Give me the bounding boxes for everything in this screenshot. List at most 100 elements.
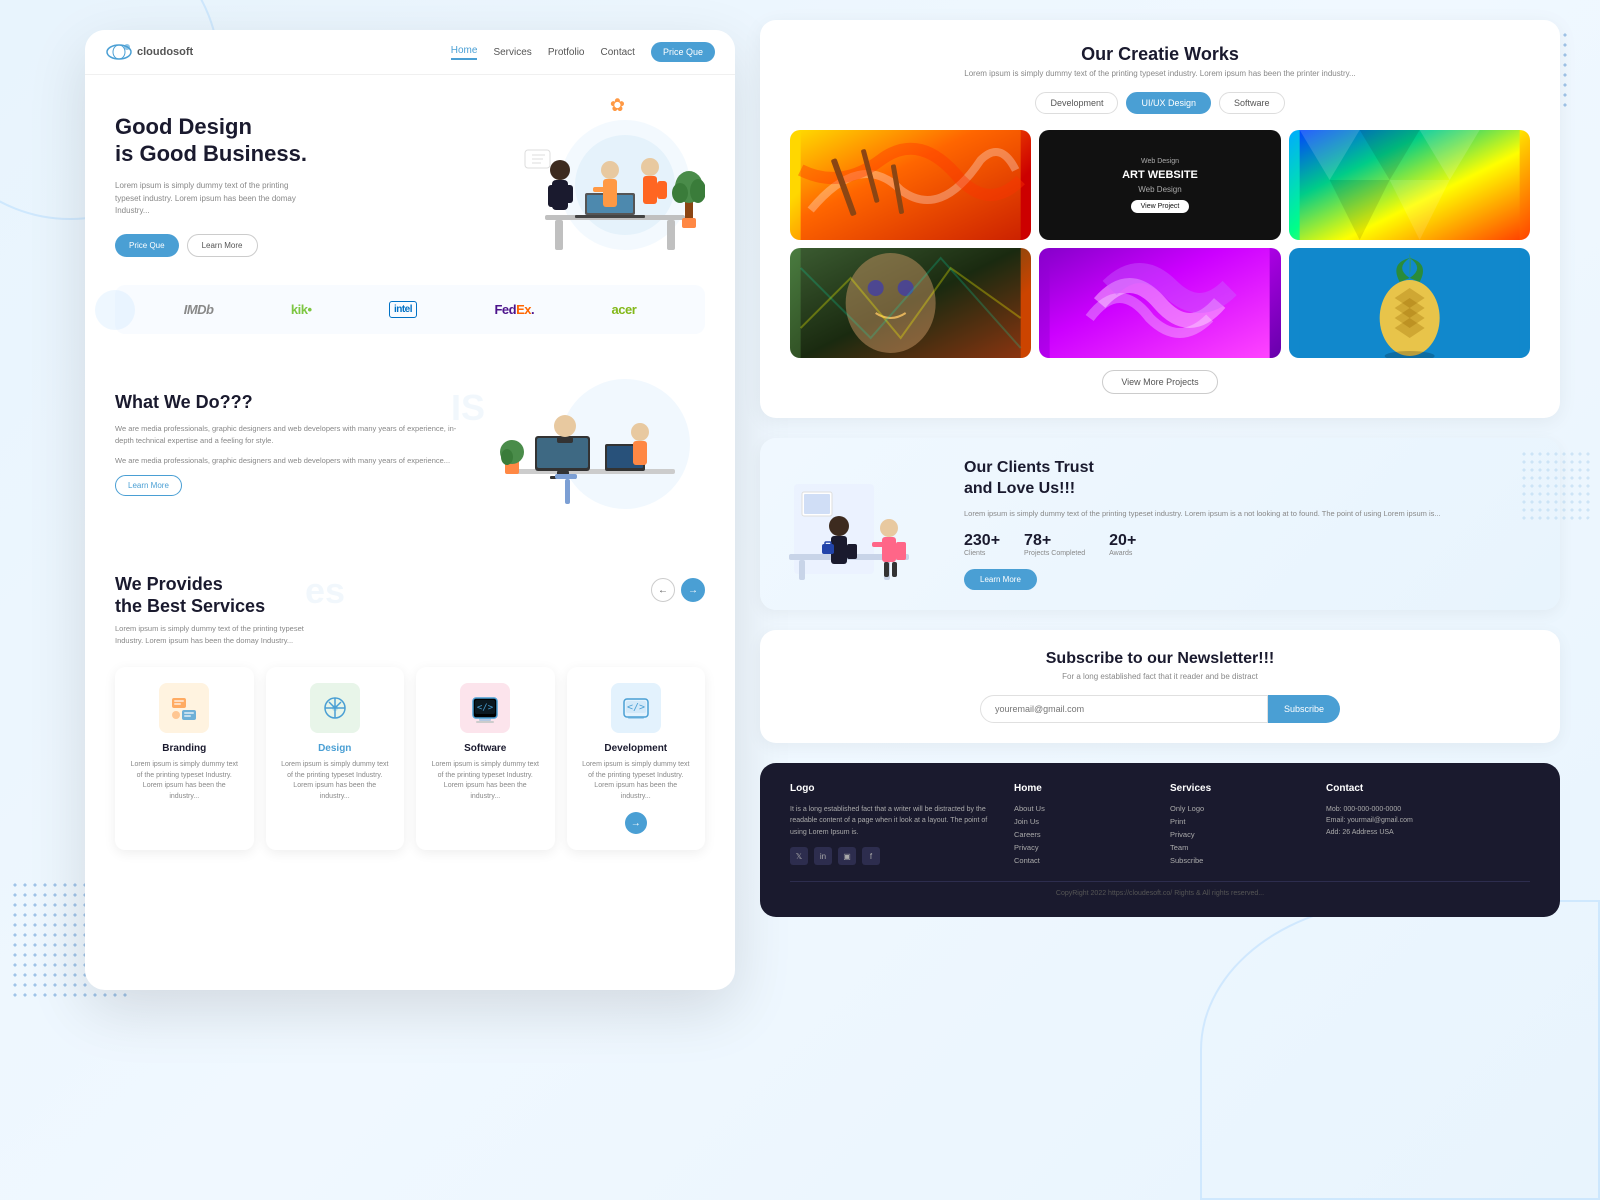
navbar: cloudosoft Home Services Protfolio Conta…: [85, 30, 735, 75]
prev-arrow-button[interactable]: ←: [651, 578, 675, 602]
service-card-software: </> Software Lorem ipsum is simply dummy…: [416, 667, 555, 850]
services-section: We Provides the Best Services es Lorem i…: [85, 554, 735, 870]
gallery-item-art-website[interactable]: Web Design ART WEBSITE Web Design View P…: [1039, 130, 1280, 240]
footer-twitter-icon[interactable]: 𝕏: [790, 847, 808, 865]
development-arrow[interactable]: →: [625, 812, 647, 834]
nav-link-services[interactable]: Services: [493, 47, 531, 58]
gallery-art-website-title: ART WEBSITE: [1122, 169, 1198, 181]
gallery-grid: Web Design ART WEBSITE Web Design View P…: [790, 130, 1530, 358]
footer-facebook-icon[interactable]: f: [862, 847, 880, 865]
gallery-item-1[interactable]: [790, 130, 1031, 240]
logo-area: cloudosoft: [105, 42, 193, 62]
footer-services-link-2[interactable]: Print: [1170, 817, 1306, 826]
footer-logo-text: It is a long established fact that a wri…: [790, 804, 994, 840]
price-que-button[interactable]: Price Que: [651, 42, 715, 62]
footer-privacy-link[interactable]: Privacy: [1014, 843, 1150, 852]
footer-section: Logo It is a long established fact that …: [760, 763, 1560, 917]
partner-kik: kik•: [291, 302, 312, 317]
nav-link-home[interactable]: Home: [451, 45, 478, 60]
trust-stat-projects: 78+ Projects Completed: [1024, 532, 1085, 557]
creative-works-section: Our Creatie Works Lorem ipsum is simply …: [760, 20, 1560, 418]
partner-intel: intel: [389, 301, 417, 318]
wwd-watermark: IS: [451, 387, 485, 429]
gallery-item-face[interactable]: [790, 248, 1031, 358]
view-more-projects-button[interactable]: View More Projects: [1102, 370, 1217, 394]
creative-works-title: Our Creatie Works: [790, 44, 1530, 65]
gallery-item-purple[interactable]: [1039, 248, 1280, 358]
footer-services-link-3[interactable]: Privacy: [1170, 830, 1306, 839]
gallery-item-pineapple[interactable]: [1289, 248, 1530, 358]
footer-services-link-5[interactable]: Subscribe: [1170, 856, 1306, 865]
creative-works-tabs: Development UI/UX Design Software: [790, 92, 1530, 114]
wwd-desc1: We are media professionals, graphic desi…: [115, 423, 465, 447]
service-card-design: Design Lorem ipsum is simply dummy text …: [266, 667, 405, 850]
dot-pattern-decoration: [1520, 450, 1590, 520]
stat-projects-label: Projects Completed: [1024, 550, 1085, 557]
stat-awards-label: Awards: [1109, 550, 1136, 557]
footer-contact-col: Contact Mob: 000-000-000-0000 Email: you…: [1326, 783, 1530, 869]
wwd-text: What We Do??? IS We are media profession…: [115, 392, 465, 496]
wwd-title: What We Do??? IS: [115, 392, 465, 413]
right-panel: Our Creatie Works Lorem ipsum is simply …: [760, 20, 1560, 917]
development-name: Development: [579, 743, 694, 754]
hero-buttons: Price Que Learn More: [115, 234, 465, 257]
sun-icon: ✿: [610, 95, 625, 116]
tab-uiux[interactable]: UI/UX Design: [1126, 92, 1211, 114]
services-cards: Branding Lorem ipsum is simply dummy tex…: [115, 667, 705, 850]
footer-about-link[interactable]: About Us: [1014, 804, 1150, 813]
footer-copyright: CopyRight 2022 https://cloudesoft.co/ Ri…: [790, 881, 1530, 897]
footer-joinus-link[interactable]: Join Us: [1014, 817, 1150, 826]
development-desc: Lorem ipsum is simply dummy text of the …: [579, 760, 694, 802]
stat-clients-label: Clients: [964, 550, 1000, 557]
stat-projects-number: 78+: [1024, 532, 1085, 550]
partner-imdb: IMDb: [184, 302, 214, 317]
footer-contact-email: Email: yourmail@gmail.com: [1326, 815, 1530, 827]
what-we-do-section: What We Do??? IS We are media profession…: [85, 334, 735, 554]
trust-illustration: [784, 464, 944, 584]
logo-icon: [105, 42, 133, 62]
newsletter-email-input[interactable]: [980, 695, 1268, 723]
design-desc: Lorem ipsum is simply dummy text of the …: [278, 760, 393, 802]
trust-title: Our Clients Trustand Love Us!!!: [964, 458, 1536, 500]
services-header: We Provides the Best Services es Lorem i…: [115, 574, 705, 647]
service-nav-arrows: ← →: [651, 578, 705, 602]
service-card-development: </> Development Lorem ipsum is simply du…: [567, 667, 706, 850]
partners-section: IMDb kik• intel FedEx. acer: [115, 285, 705, 334]
tab-development[interactable]: Development: [1035, 92, 1118, 114]
services-title-area: We Provides the Best Services es Lorem i…: [115, 574, 315, 647]
view-project-button[interactable]: View Project: [1131, 200, 1190, 213]
footer-services-title: Services: [1170, 783, 1306, 794]
next-arrow-button[interactable]: →: [681, 578, 705, 602]
services-description: Lorem ipsum is simply dummy text of the …: [115, 623, 315, 647]
software-desc: Lorem ipsum is simply dummy text of the …: [428, 760, 543, 802]
wwd-desc2: We are media professionals, graphic desi…: [115, 455, 465, 467]
service-card-branding: Branding Lorem ipsum is simply dummy tex…: [115, 667, 254, 850]
footer-linkedin-icon[interactable]: in: [814, 847, 832, 865]
trust-learn-more-button[interactable]: Learn More: [964, 569, 1037, 590]
branding-icon: [159, 683, 209, 733]
price-que-hero-button[interactable]: Price Que: [115, 234, 179, 257]
wwd-learn-more-button[interactable]: Learn More: [115, 475, 182, 496]
footer-careers-link[interactable]: Careers: [1014, 830, 1150, 839]
nav-link-portfolio[interactable]: Protfolio: [548, 47, 585, 58]
gallery-item-3[interactable]: [1289, 130, 1530, 240]
trust-description: Lorem ipsum is simply dummy text of the …: [964, 508, 1536, 520]
footer-contact-link[interactable]: Contact: [1014, 856, 1150, 865]
svg-text:</>: </>: [477, 703, 494, 713]
gallery-web-design-label: Web Design: [1141, 158, 1179, 165]
design-name: Design: [278, 743, 393, 754]
footer-services-link-1[interactable]: Only Logo: [1170, 804, 1306, 813]
footer-social-3-icon[interactable]: ▣: [838, 847, 856, 865]
footer-home-col: Home About Us Join Us Careers Privacy Co…: [1014, 783, 1150, 869]
nav-link-contact[interactable]: Contact: [601, 47, 635, 58]
tab-software[interactable]: Software: [1219, 92, 1285, 114]
services-watermark: es: [305, 569, 345, 612]
learn-more-hero-button[interactable]: Learn More: [187, 234, 258, 257]
hero-text: Good Design is Good Business. Lorem ipsu…: [115, 113, 465, 257]
development-icon: </>: [611, 683, 661, 733]
newsletter-subscribe-button[interactable]: Subscribe: [1268, 695, 1340, 723]
hero-title: Good Design is Good Business.: [115, 113, 465, 168]
footer-services-link-4[interactable]: Team: [1170, 843, 1306, 852]
footer-logo-title: Logo: [790, 783, 994, 794]
hero-image: ✿: [465, 105, 705, 265]
